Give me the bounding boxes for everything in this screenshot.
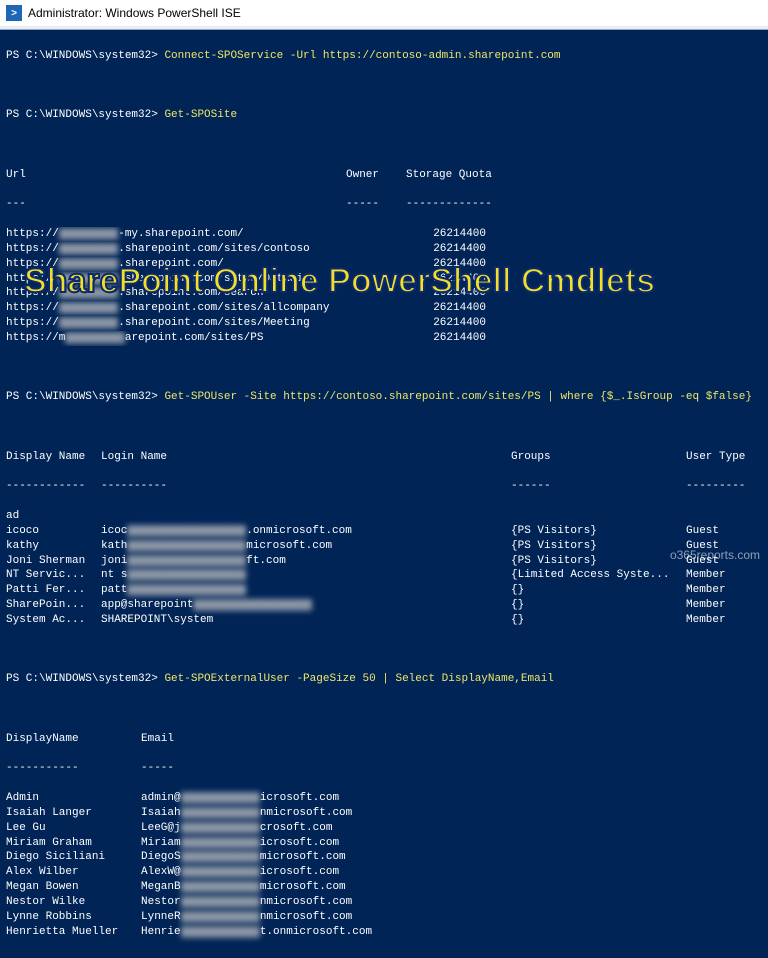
ext-table-dashes: ---------------- xyxy=(6,761,762,776)
col-url: Url xyxy=(6,168,346,183)
col-loginname: Login Name xyxy=(101,450,511,465)
command: Get-SPOSite xyxy=(164,109,237,121)
table-row: Adminadmin@xxxxxxxxxxxxicrosoft.com xyxy=(6,791,762,806)
redacted: xxxxxxxxx xyxy=(59,273,118,285)
redacted: xxxxxxxxxxxx xyxy=(181,851,260,863)
prompt: PS C:\WINDOWS\system32> xyxy=(6,109,164,121)
prompt: PS C:\WINDOWS\system32> xyxy=(6,50,164,62)
redacted: xxxxxxxxxxxx xyxy=(181,896,260,908)
redacted: xxxxxxxxx xyxy=(59,258,118,270)
table-row: ad xyxy=(6,509,762,524)
table-row: Patti Fer...pattxxxxxxxxxxxxxxxxxx{}Memb… xyxy=(6,583,762,598)
table-row: Diego SicilianiDiegoSxxxxxxxxxxxxmicroso… xyxy=(6,850,762,865)
redacted: xxxxxxxxxxxxxxxxxx xyxy=(127,540,246,552)
site-table-header: UrlOwnerStorage Quota xyxy=(6,168,762,183)
col-owner: Owner xyxy=(346,168,406,183)
powershell-icon xyxy=(6,5,22,21)
command-line-2: PS C:\WINDOWS\system32> Get-SPOSite xyxy=(6,108,762,123)
col-displayname: DisplayName xyxy=(6,732,141,747)
table-row: kathykathxxxxxxxxxxxxxxxxxxmicrosoft.com… xyxy=(6,539,762,554)
redacted: xxxxxxxxx xyxy=(59,287,118,299)
col-usertype: User Type xyxy=(686,450,756,465)
redacted: xxxxxxxxxxxx xyxy=(181,866,260,878)
table-row: https://xxxxxxxxx.sharepoint.com/sites/D… xyxy=(6,272,762,287)
prompt: PS C:\WINDOWS\system32> xyxy=(6,391,164,403)
col-groups: Groups xyxy=(511,450,686,465)
user-table-dashes: ------------------------------------- xyxy=(6,479,762,494)
redacted: xxxxxxxxxxxx xyxy=(181,911,260,923)
site-table-dashes: --------------------- xyxy=(6,197,762,212)
table-row: https://xxxxxxxxx.sharepoint.com/search2… xyxy=(6,286,762,301)
ext-table-header: DisplayNameEmail xyxy=(6,732,762,747)
table-row: Lynne RobbinsLynneRxxxxxxxxxxxxnmicrosof… xyxy=(6,910,762,925)
table-row: https://xxxxxxxxx.sharepoint.com/sites/M… xyxy=(6,316,762,331)
table-row: Lee GuLeeG@jxxxxxxxxxxxxcrosoft.com xyxy=(6,821,762,836)
redacted: xxxxxxxxxxxxxxxxxx xyxy=(127,555,246,567)
table-row: Isaiah LangerIsaiahxxxxxxxxxxxxnmicrosof… xyxy=(6,806,762,821)
user-table-header: Display NameLogin NameGroupsUser Type xyxy=(6,450,762,465)
table-row: Miriam GrahamMiriamxxxxxxxxxxxxicrosoft.… xyxy=(6,836,762,851)
table-row: Henrietta MuellerHenriexxxxxxxxxxxxt.onm… xyxy=(6,925,762,940)
redacted: xxxxxxxxx xyxy=(59,317,118,329)
command-line-3: PS C:\WINDOWS\system32> Get-SPOUser -Sit… xyxy=(6,390,762,405)
col-email: Email xyxy=(141,732,541,747)
table-row: https://xxxxxxxxx.sharepoint.com/sites/a… xyxy=(6,301,762,316)
console-output[interactable]: PS C:\WINDOWS\system32> Connect-SPOServi… xyxy=(0,30,768,958)
redacted: xxxxxxxxx xyxy=(65,332,124,344)
table-row: https://mxxxxxxxxxarepoint.com/sites/PS2… xyxy=(6,331,762,346)
table-row: icocoicocxxxxxxxxxxxxxxxxxx.onmicrosoft.… xyxy=(6,524,762,539)
table-row: Joni Shermanjonixxxxxxxxxxxxxxxxxxft.com… xyxy=(6,554,762,569)
command-line-1: PS C:\WINDOWS\system32> Connect-SPOServi… xyxy=(6,49,762,64)
prompt: PS C:\WINDOWS\system32> xyxy=(6,673,164,685)
redacted: xxxxxxxxxxxxxxxxxx xyxy=(127,525,246,537)
table-row: Alex WilberAlexW@xxxxxxxxxxxxicrosoft.co… xyxy=(6,865,762,880)
command: Connect-SPOService -Url https://contoso-… xyxy=(164,50,560,62)
window-title: Administrator: Windows PowerShell ISE xyxy=(28,6,241,20)
redacted: xxxxxxxxx xyxy=(59,302,118,314)
col-displayname: Display Name xyxy=(6,450,101,465)
redacted: xxxxxxxxxxxx xyxy=(181,881,260,893)
table-row: NT Servic...nt sxxxxxxxxxxxxxxxxxx{Limit… xyxy=(6,568,762,583)
command: Get-SPOExternalUser -PageSize 50 | Selec… xyxy=(164,673,553,685)
col-quota: Storage Quota xyxy=(406,168,486,183)
window-titlebar[interactable]: Administrator: Windows PowerShell ISE xyxy=(0,0,768,26)
redacted: xxxxxxxxxxxx xyxy=(181,807,260,819)
command-line-4: PS C:\WINDOWS\system32> Get-SPOExternalU… xyxy=(6,672,762,687)
redacted: xxxxxxxxx xyxy=(59,243,118,255)
redacted: xxxxxxxxxxxx xyxy=(181,926,260,938)
redacted: xxxxxxxxxxxx xyxy=(181,792,260,804)
redacted: xxxxxxxxxxxx xyxy=(181,822,260,834)
redacted: xxxxxxxxxxxxxxxxxx xyxy=(193,599,312,611)
table-row: https://xxxxxxxxx.sharepoint.com/2621440… xyxy=(6,257,762,272)
redacted: xxxxxxxxxxxx xyxy=(181,837,260,849)
table-row: Nestor WilkeNestorxxxxxxxxxxxxnmicrosoft… xyxy=(6,895,762,910)
table-row: SharePoin...app@sharepointxxxxxxxxxxxxxx… xyxy=(6,598,762,613)
table-row: System Ac...SHAREPOINT\system{}Member xyxy=(6,613,762,628)
redacted: xxxxxxxxx xyxy=(59,228,118,240)
table-row: Megan BowenMeganBxxxxxxxxxxxxmicrosoft.c… xyxy=(6,880,762,895)
command: Get-SPOUser -Site https://contoso.sharep… xyxy=(164,391,752,403)
redacted: xxxxxxxxxxxxxxxxxx xyxy=(127,569,246,581)
redacted: xxxxxxxxxxxxxxxxxx xyxy=(127,584,246,596)
watermark: o365reports.com xyxy=(670,548,760,562)
table-row: https://xxxxxxxxx.sharepoint.com/sites/c… xyxy=(6,242,762,257)
table-row: https://xxxxxxxxx-my.sharepoint.com/2621… xyxy=(6,227,762,242)
